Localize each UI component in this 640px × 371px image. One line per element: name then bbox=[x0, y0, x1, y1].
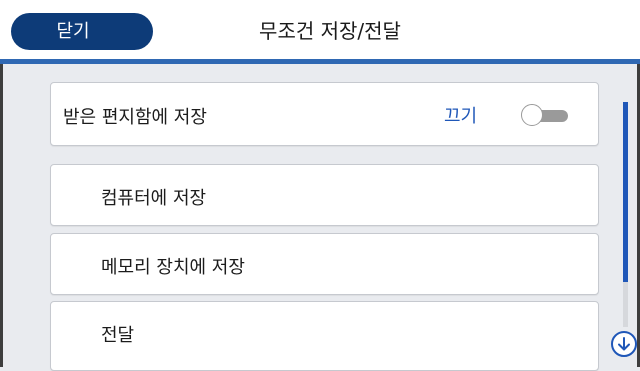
close-button[interactable]: 닫기 bbox=[11, 13, 153, 50]
toggle-knob bbox=[521, 104, 543, 126]
save-to-inbox-label: 받은 편지함에 저장 bbox=[63, 107, 207, 128]
menu-item-save-to-memory-device[interactable]: 메모리 장치에 저장 bbox=[50, 233, 599, 295]
scroll-down-button[interactable] bbox=[611, 331, 637, 357]
save-to-inbox-setting[interactable]: 받은 편지함에 저장 끄기 bbox=[50, 82, 599, 146]
menu-item-label: 메모리 장치에 저장 bbox=[101, 257, 245, 278]
toggle-state-label: 끄기 bbox=[444, 106, 478, 127]
menu-item-save-to-computer[interactable]: 컴퓨터에 저장 bbox=[50, 164, 599, 226]
arrow-down-icon bbox=[618, 337, 630, 351]
save-to-inbox-toggle[interactable] bbox=[521, 104, 569, 126]
menu-item-label: 전달 bbox=[101, 325, 135, 346]
header-bar: 닫기 무조건 저장/전달 bbox=[0, 0, 640, 64]
menu-item-label: 컴퓨터에 저장 bbox=[101, 188, 207, 209]
scrollbar-thumb[interactable] bbox=[623, 102, 628, 282]
page-title: 무조건 저장/전달 bbox=[259, 19, 401, 43]
menu-item-forward[interactable]: 전달 bbox=[50, 301, 599, 371]
